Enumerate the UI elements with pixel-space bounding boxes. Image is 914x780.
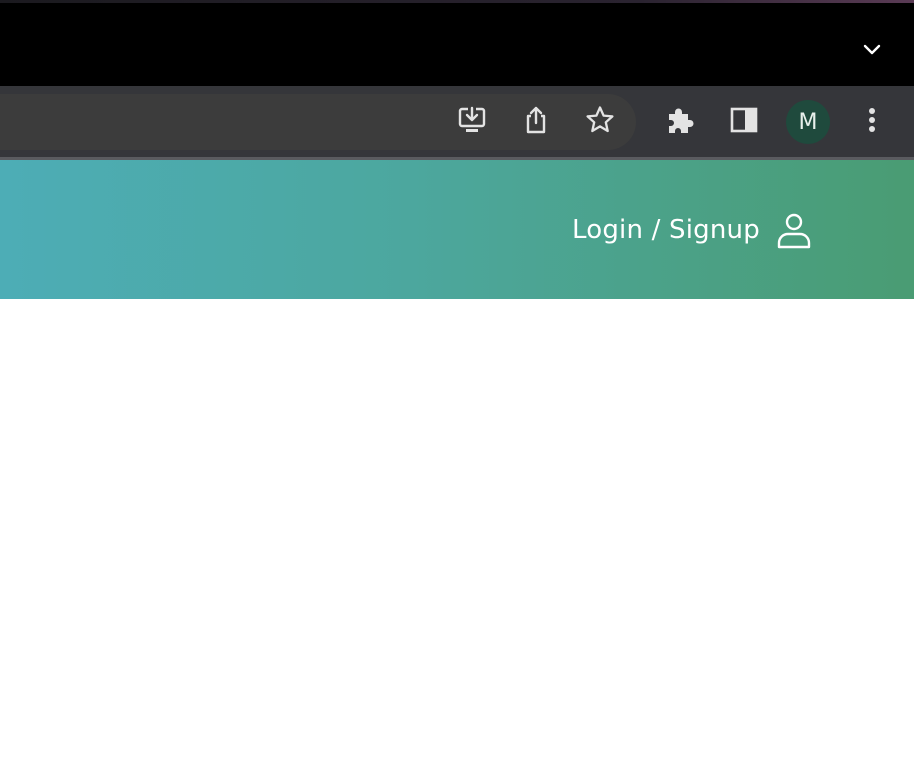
profile-avatar[interactable]: M	[786, 100, 830, 144]
extensions-button[interactable]	[660, 102, 700, 142]
install-app-icon	[456, 104, 488, 141]
bookmark-button[interactable]	[580, 102, 620, 142]
user-icon	[774, 210, 814, 250]
side-panel-icon	[728, 104, 760, 141]
more-vert-icon	[856, 104, 888, 141]
browser-tabstrip	[0, 0, 914, 86]
profile-initial: M	[798, 109, 818, 135]
login-signup-link[interactable]: Login / Signup	[572, 208, 814, 252]
more-menu-button[interactable]	[852, 102, 892, 142]
share-button[interactable]	[516, 102, 556, 142]
chevron-down-icon	[862, 40, 882, 65]
star-icon	[584, 104, 616, 141]
extensions-puzzle-icon	[664, 104, 696, 141]
tab-search-button[interactable]	[856, 36, 888, 68]
login-signup-label: Login / Signup	[572, 215, 760, 245]
side-panel-button[interactable]	[724, 102, 764, 142]
window-edge	[0, 0, 914, 3]
share-icon	[520, 104, 552, 141]
page-content	[0, 299, 914, 780]
install-app-button[interactable]	[452, 102, 492, 142]
